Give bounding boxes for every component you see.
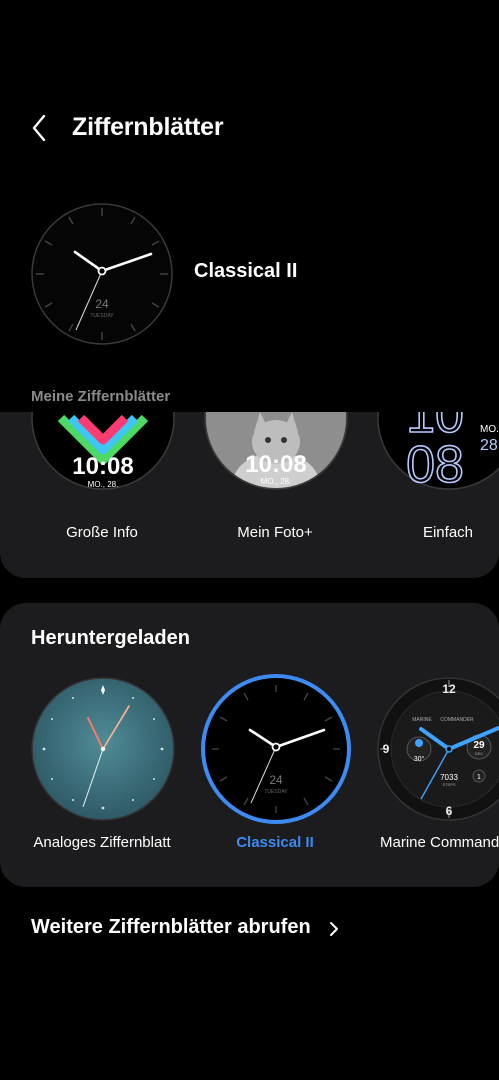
chevron-right-icon[interactable] bbox=[327, 918, 341, 940]
face-grosse-info[interactable]: 10:08 MO., 28. bbox=[31, 412, 175, 490]
face-label-classical: Classical II bbox=[236, 834, 314, 851]
marine-brand2-text: COMMANDER bbox=[440, 717, 474, 723]
marine-steps-label: STEPS bbox=[442, 782, 455, 787]
my-faces-card: 10:08 MO., 28. Große Info 10:08 MO., 28.… bbox=[0, 412, 499, 578]
face-minute-text: 08 bbox=[406, 436, 464, 490]
page-title: Ziffernblätter bbox=[72, 113, 224, 141]
back-chevron-icon[interactable] bbox=[28, 112, 52, 144]
downloaded-faces-card: Heruntergeladen Analoges Ziffernblatt 24… bbox=[0, 603, 499, 887]
face-einfach[interactable]: 10 08 MO. 28 bbox=[377, 412, 499, 495]
date-weekday-text: TUESDAY bbox=[90, 313, 114, 319]
more-watch-faces-link[interactable]: Weitere Ziffernblätter abrufen bbox=[31, 916, 311, 939]
face-weekday-text: MO. bbox=[480, 424, 499, 435]
marine-badge-text: 1 bbox=[477, 774, 481, 781]
face-marine-commander[interactable]: 12 9 6 MARINE COMMANDER 29 DEC 30° 7033 … bbox=[377, 677, 499, 821]
face-time-text: 10:08 bbox=[72, 453, 133, 480]
marine-nine-text: 9 bbox=[383, 742, 390, 756]
face-day-text: 28 bbox=[480, 437, 498, 454]
current-face-name: Classical II bbox=[194, 260, 298, 282]
face-date-text: MO., 28. bbox=[261, 477, 292, 486]
face-label-grosse-info: Große Info bbox=[66, 524, 138, 541]
app-header: Ziffernblätter bbox=[0, 100, 499, 156]
marine-month-text: DEC bbox=[475, 751, 484, 756]
face-label-marine: Marine Commander bbox=[380, 834, 499, 851]
classical-face-preview: 24 TUESDAY bbox=[31, 203, 173, 345]
marine-six-text: 6 bbox=[446, 804, 453, 818]
downloaded-section-title: Heruntergeladen bbox=[31, 627, 190, 649]
face-date-text: MO., 28. bbox=[88, 480, 119, 489]
face-mein-foto[interactable]: 10:08 MO., 28. bbox=[204, 412, 348, 490]
marine-date-text: 29 bbox=[473, 740, 485, 751]
marine-steps-text: 7033 bbox=[440, 773, 458, 782]
face-label-mein-foto: Mein Foto+ bbox=[237, 524, 313, 541]
weather-icon bbox=[415, 739, 423, 747]
current-watch-face[interactable]: 24 TUESDAY bbox=[30, 202, 174, 351]
face-label-einfach: Einfach bbox=[422, 524, 474, 541]
marine-temp-text: 30° bbox=[414, 755, 425, 763]
face-time-text: 10:08 bbox=[245, 451, 306, 478]
marine-twelve-text: 12 bbox=[442, 682, 456, 696]
face-analog[interactable] bbox=[31, 677, 175, 821]
date-weekday-text: TUESDAY bbox=[264, 789, 288, 795]
date-day-text: 24 bbox=[269, 773, 283, 787]
marine-brand-text: MARINE bbox=[412, 717, 432, 723]
my-faces-section-label: Meine Ziffernblätter bbox=[31, 388, 171, 405]
face-classical-selected[interactable]: 24 TUESDAY bbox=[200, 673, 352, 825]
face-label-analog: Analoges Ziffernblatt bbox=[33, 834, 171, 851]
date-day-text: 24 bbox=[95, 297, 109, 311]
